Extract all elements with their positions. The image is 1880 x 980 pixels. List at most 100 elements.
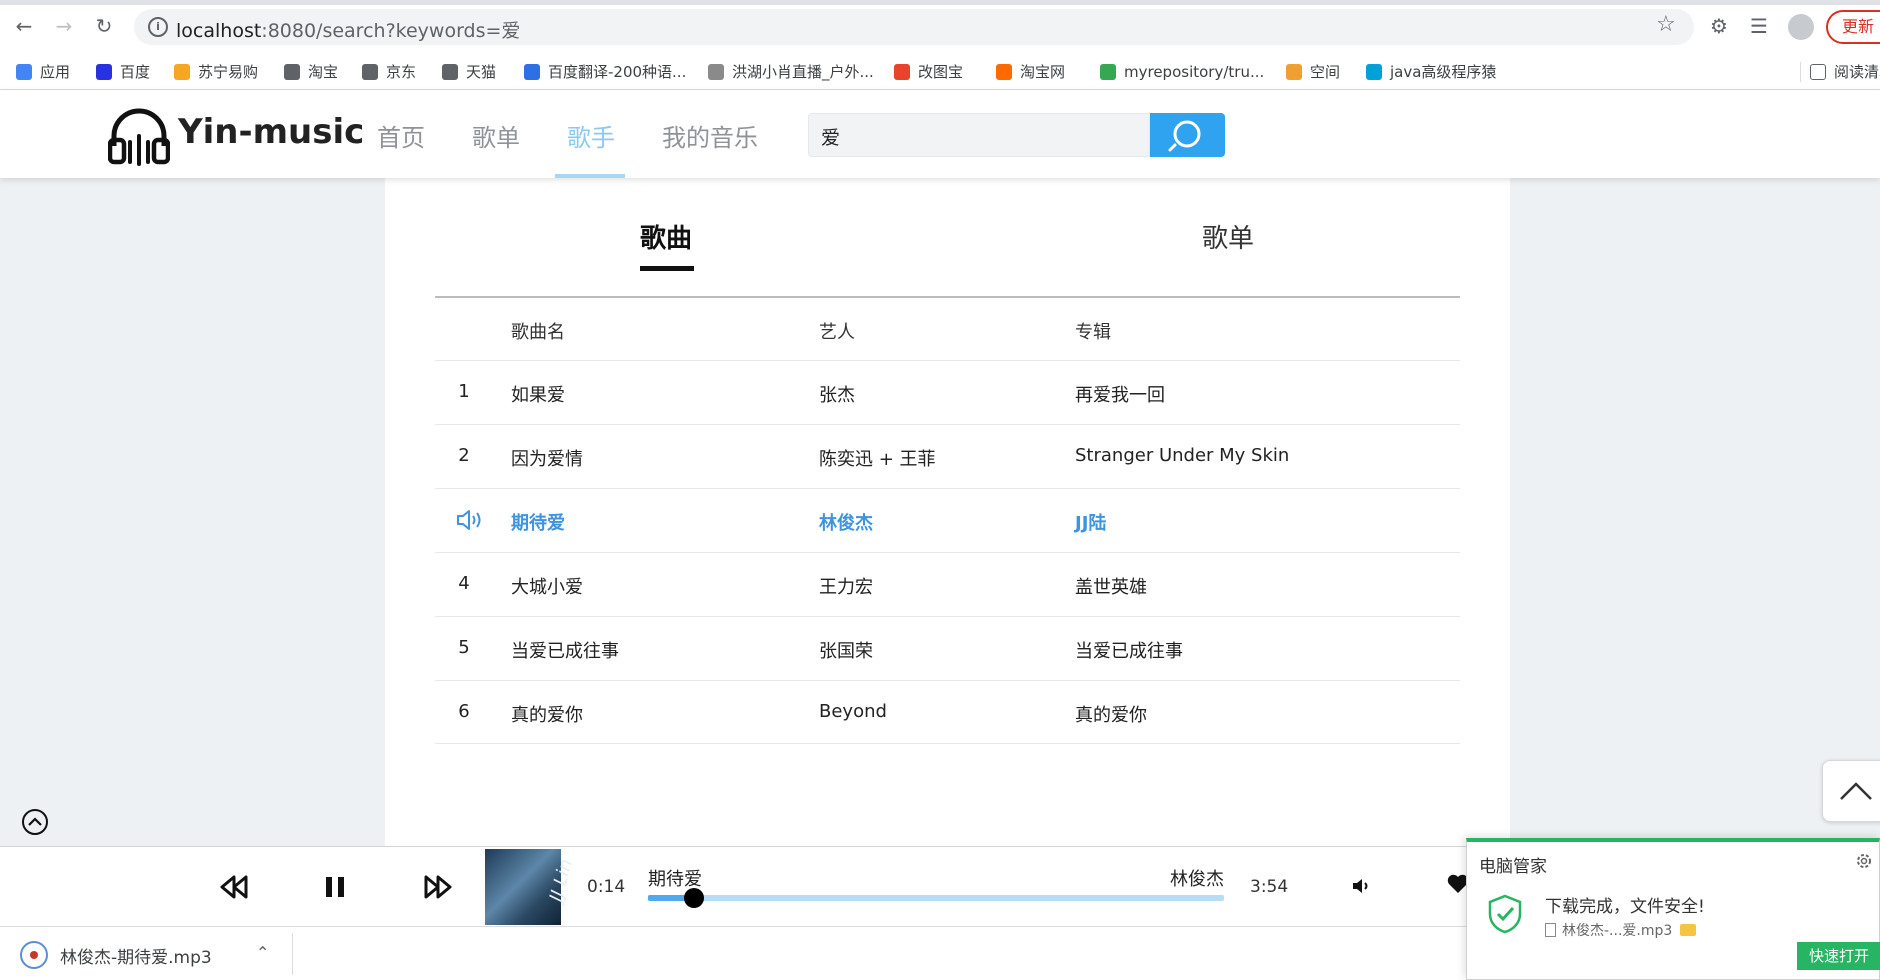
tab-songs[interactable]: 歌曲 [640,218,692,255]
song-name[interactable]: 如果爱 [511,381,565,407]
progress-bar[interactable] [648,888,1224,908]
back-to-top-button[interactable] [1822,760,1880,822]
bookmark-favicon-icon [1286,64,1302,80]
table-row[interactable]: 期待爱 林俊杰 JJ陆 [435,488,1460,552]
table-row[interactable]: 6 真的爱你 Beyond 真的爱你 [435,680,1460,744]
album-name[interactable]: 再爱我一回 [1075,381,1165,407]
bookmark-item[interactable]: 洪湖小肖直播_户外... [708,54,874,90]
bookmark-favicon-icon [442,64,458,80]
chevron-up-icon[interactable]: ⌃ [256,943,269,962]
bookmark-item[interactable]: 百度翻译-200种语... [524,54,686,90]
bookmark-item[interactable]: 京东 [362,54,416,90]
bookmark-item[interactable]: 改图宝 [894,54,963,90]
bookmark-item[interactable]: 空间 [1286,54,1340,90]
row-index: 5 [458,637,470,658]
previous-track-icon[interactable] [218,871,254,903]
bookmark-favicon-icon [1366,64,1382,80]
download-filename[interactable]: 林俊杰-期待爱.mp3 [60,943,212,968]
cover-text: JJ Lin [545,857,578,904]
update-button[interactable]: 更新 [1826,10,1880,44]
quick-open-button[interactable]: 快速打开 [1797,942,1880,970]
downloads-separator [292,933,293,975]
row-index: 1 [458,381,470,402]
album-name[interactable]: Stranger Under My Skin [1075,445,1289,466]
bookmark-favicon-icon [174,64,190,80]
nav-home[interactable]: 首页 [377,118,425,153]
chevron-up-icon [28,817,42,826]
album-name[interactable]: JJ陆 [1075,509,1106,535]
duration: 3:54 [1250,877,1289,897]
tab-playlists[interactable]: 歌单 [1202,218,1254,255]
table-row[interactable]: 2 因为爱情 陈奕迅 + 王菲 Stranger Under My Skin [435,424,1460,488]
song-name[interactable]: 大城小爱 [511,573,583,599]
artist-name[interactable]: 王力宏 [819,573,873,599]
row-index: 2 [458,445,470,466]
player-song-artist: 林俊杰 [1170,869,1224,890]
search-input[interactable] [821,123,1141,149]
volume-icon[interactable] [1350,875,1372,897]
artist-name[interactable]: Beyond [819,701,887,722]
album-cover[interactable]: JJ Lin [485,849,577,925]
bookmarks-separator [1800,62,1801,82]
table-row[interactable]: 1 如果爱 张杰 再爱我一回 [435,360,1460,424]
artist-name[interactable]: 张国荣 [819,637,873,663]
bookmark-favicon-icon [524,64,540,80]
profile-avatar-icon[interactable] [1788,14,1814,40]
info-icon[interactable]: i [148,17,168,37]
headphones-logo-icon[interactable] [108,106,170,166]
back-arrow-icon[interactable]: ← [12,14,36,38]
reading-list-button[interactable]: 阅读清单 [1810,54,1880,90]
artist-name[interactable]: 张杰 [819,381,855,407]
progress-handle[interactable] [684,888,705,908]
artist-name[interactable]: 林俊杰 [819,509,873,535]
bookmark-item[interactable]: 百度 [96,54,150,90]
address-bar[interactable]: i localhost:8080/search?keywords=爱 [134,9,1694,45]
nav-singers[interactable]: 歌手 [567,118,615,153]
table-row[interactable]: 5 当爱已成往事 张国荣 当爱已成往事 [435,616,1460,680]
popup-file[interactable]: 林俊杰-...爱.mp3 [1545,920,1697,940]
chevron-up-icon [1840,782,1872,800]
bookmark-item[interactable]: 天猫 [442,54,496,90]
nav-my-music[interactable]: 我的音乐 [662,118,758,153]
bookmark-item[interactable]: 苏宁易购 [174,54,258,90]
row-index: 6 [458,701,470,722]
bookmark-item[interactable]: 淘宝 [284,54,338,90]
folder-icon[interactable] [1680,924,1697,936]
bookmark-item[interactable]: 淘宝网 [996,54,1065,90]
artist-name[interactable]: 陈奕迅 + 王菲 [819,445,936,471]
bookmark-favicon-icon [894,64,910,80]
reload-icon[interactable]: ↻ [92,14,116,38]
extensions-puzzle-icon[interactable]: ⚙ [1710,14,1728,38]
pause-icon[interactable] [318,871,354,903]
song-name[interactable]: 当爱已成往事 [511,637,619,663]
bookmark-star-icon[interactable]: ☆ [1656,14,1676,36]
site-header: Yin-music 首页 歌单 歌手 我的音乐 [0,90,1880,178]
logo-text[interactable]: Yin-music [178,112,364,152]
next-track-icon[interactable] [418,871,454,903]
popup-message: 下载完成，文件安全! [1545,897,1705,917]
song-name[interactable]: 因为爱情 [511,445,583,471]
browser-toolbar: ← → ↻ i localhost:8080/search?keywords=爱… [0,0,1880,54]
song-name[interactable]: 期待爱 [511,509,565,535]
bookmark-favicon-icon [284,64,300,80]
album-name[interactable]: 真的爱你 [1075,701,1147,727]
table-row[interactable]: 4 大城小爱 王力宏 盖世英雄 [435,552,1460,616]
media-control-icon[interactable]: ☰ [1750,14,1768,38]
nav-playlists[interactable]: 歌单 [472,118,520,153]
bookmark-item[interactable]: java高级程序猿 [1366,54,1496,90]
bookmark-item[interactable]: 应用 [16,54,70,90]
url-text[interactable]: localhost:8080/search?keywords=爱 [176,16,520,43]
expand-player-button[interactable] [22,809,48,835]
popup-title: 电脑管家 [1479,857,1547,877]
search-button[interactable] [1150,113,1225,157]
bookmark-item[interactable]: myrepository/tru... [1100,54,1264,90]
album-name[interactable]: 当爱已成往事 [1075,637,1183,663]
audio-file-icon[interactable] [20,941,48,969]
security-popup: 电脑管家 下载完成，文件安全! 林俊杰-...爱.mp3 快速打开 [1466,838,1880,980]
song-name[interactable]: 真的爱你 [511,701,583,727]
shield-check-icon [1488,894,1522,934]
forward-arrow-icon[interactable]: → [52,14,76,38]
gear-icon[interactable] [1855,852,1873,870]
album-name[interactable]: 盖世英雄 [1075,573,1147,599]
search-results-panel: 歌曲 歌单 歌曲名 艺人 专辑 1 如果爱 张杰 再爱我一回 2 因为爱情 陈奕迅 + 王菲… [385,178,1510,846]
